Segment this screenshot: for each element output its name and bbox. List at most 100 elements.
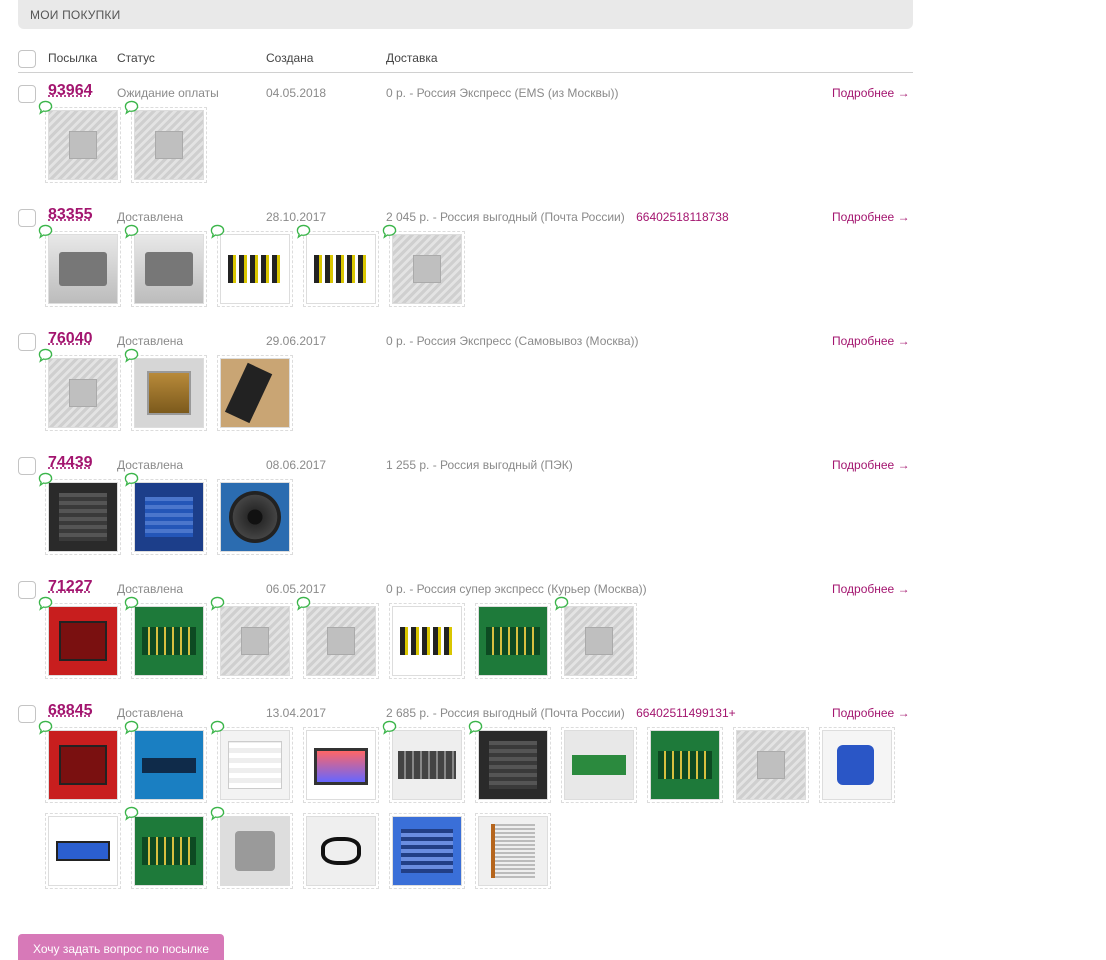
comment-icon[interactable] [124, 720, 139, 735]
comment-icon[interactable] [382, 224, 397, 239]
product-image [48, 110, 118, 180]
comment-icon[interactable] [38, 596, 53, 611]
product-image [478, 816, 548, 886]
delivery-text: 2 045 р. - Россия выгодный (Почта России… [386, 210, 625, 224]
tracking-number[interactable]: 66402518118738 [636, 210, 729, 224]
item-thumbnail[interactable] [38, 224, 121, 307]
item-thumbnail[interactable] [217, 479, 293, 555]
item-thumbnail[interactable] [475, 813, 551, 889]
product-image [48, 358, 118, 428]
item-thumbnail[interactable] [210, 596, 293, 679]
item-thumbnail[interactable] [210, 224, 293, 307]
item-thumbnail[interactable] [124, 720, 207, 803]
order-delivery: 2 045 р. - Россия выгодный (Почта России… [386, 210, 729, 224]
product-image [220, 234, 290, 304]
order-delivery: 0 р. - Россия Экспресс (EMS (из Москвы)) [386, 86, 626, 100]
order-date: 28.10.2017 [266, 210, 327, 224]
comment-icon[interactable] [124, 472, 139, 487]
item-thumbnail[interactable] [210, 806, 293, 889]
product-image [736, 730, 806, 800]
order-checkbox[interactable] [18, 705, 36, 723]
item-thumbnail[interactable] [38, 596, 121, 679]
column-parcel: Посылка [48, 51, 98, 65]
comment-icon[interactable] [554, 596, 569, 611]
item-thumbnail[interactable] [475, 603, 551, 679]
order-id-link[interactable]: 71227 [48, 578, 93, 596]
comment-icon[interactable] [124, 224, 139, 239]
item-thumbnail[interactable] [468, 720, 551, 803]
product-image [220, 358, 290, 428]
item-thumbnail[interactable] [210, 720, 293, 803]
comment-icon[interactable] [124, 348, 139, 363]
order-checkbox[interactable] [18, 457, 36, 475]
order-status: Ожидание оплаты [117, 86, 219, 100]
item-thumbnail[interactable] [217, 355, 293, 431]
comment-icon[interactable] [124, 100, 139, 115]
details-link[interactable]: Подробнее → [832, 210, 910, 224]
item-thumbnail[interactable] [733, 727, 809, 803]
item-thumbnail[interactable] [38, 720, 121, 803]
item-thumbnail[interactable] [124, 806, 207, 889]
order-date: 08.06.2017 [266, 458, 327, 472]
comment-icon[interactable] [124, 596, 139, 611]
item-thumbnail[interactable] [296, 224, 379, 307]
details-link[interactable]: Подробнее → [832, 458, 910, 472]
comment-icon[interactable] [38, 100, 53, 115]
item-thumbnail[interactable] [389, 813, 465, 889]
order-checkbox[interactable] [18, 209, 36, 227]
order-id-link[interactable]: 93964 [48, 82, 93, 100]
item-thumbnail[interactable] [124, 348, 207, 431]
product-image [650, 730, 720, 800]
comment-icon[interactable] [124, 806, 139, 821]
comment-icon[interactable] [468, 720, 483, 735]
item-thumbnail[interactable] [382, 224, 465, 307]
order-id-link[interactable]: 68845 [48, 702, 93, 720]
comment-icon[interactable] [210, 596, 225, 611]
order-checkbox[interactable] [18, 581, 36, 599]
order-id-link[interactable]: 74439 [48, 454, 93, 472]
item-thumbnail[interactable] [38, 472, 121, 555]
item-thumbnail[interactable] [124, 596, 207, 679]
ask-question-button[interactable]: Хочу задать вопрос по посылке [18, 934, 224, 960]
comment-icon[interactable] [210, 806, 225, 821]
product-image [48, 816, 118, 886]
item-thumbnail[interactable] [124, 224, 207, 307]
comment-icon[interactable] [296, 224, 311, 239]
comment-icon[interactable] [38, 472, 53, 487]
item-thumbnail[interactable] [45, 813, 121, 889]
order-id-link[interactable]: 83355 [48, 206, 93, 224]
select-all-checkbox[interactable] [18, 50, 36, 68]
item-thumbnail[interactable] [124, 472, 207, 555]
comment-icon[interactable] [210, 720, 225, 735]
order-checkbox[interactable] [18, 333, 36, 351]
comment-icon[interactable] [38, 348, 53, 363]
comment-icon[interactable] [296, 596, 311, 611]
item-thumbnail[interactable] [561, 727, 637, 803]
comment-icon[interactable] [210, 224, 225, 239]
item-thumbnail[interactable] [819, 727, 895, 803]
item-thumbnail[interactable] [382, 720, 465, 803]
comment-icon[interactable] [38, 224, 53, 239]
details-link[interactable]: Подробнее → [832, 706, 910, 720]
item-thumbnail[interactable] [647, 727, 723, 803]
details-link[interactable]: Подробнее → [832, 86, 910, 100]
product-image [134, 110, 204, 180]
item-thumbnail[interactable] [554, 596, 637, 679]
item-thumbnail[interactable] [124, 100, 207, 183]
tracking-number[interactable]: 66402511499131+ [636, 706, 736, 720]
product-image [134, 482, 204, 552]
item-thumbnail[interactable] [38, 100, 121, 183]
order-delivery: 0 р. - Россия Экспресс (Самовывоз (Москв… [386, 334, 647, 348]
order-id-link[interactable]: 76040 [48, 330, 93, 348]
delivery-text: 2 685 р. - Россия выгодный (Почта России… [386, 706, 625, 720]
item-thumbnail[interactable] [296, 596, 379, 679]
order-checkbox[interactable] [18, 85, 36, 103]
item-thumbnail[interactable] [303, 813, 379, 889]
item-thumbnail[interactable] [389, 603, 465, 679]
item-thumbnail[interactable] [303, 727, 379, 803]
comment-icon[interactable] [382, 720, 397, 735]
comment-icon[interactable] [38, 720, 53, 735]
details-link[interactable]: Подробнее → [832, 334, 910, 348]
details-link[interactable]: Подробнее → [832, 582, 910, 596]
item-thumbnail[interactable] [38, 348, 121, 431]
